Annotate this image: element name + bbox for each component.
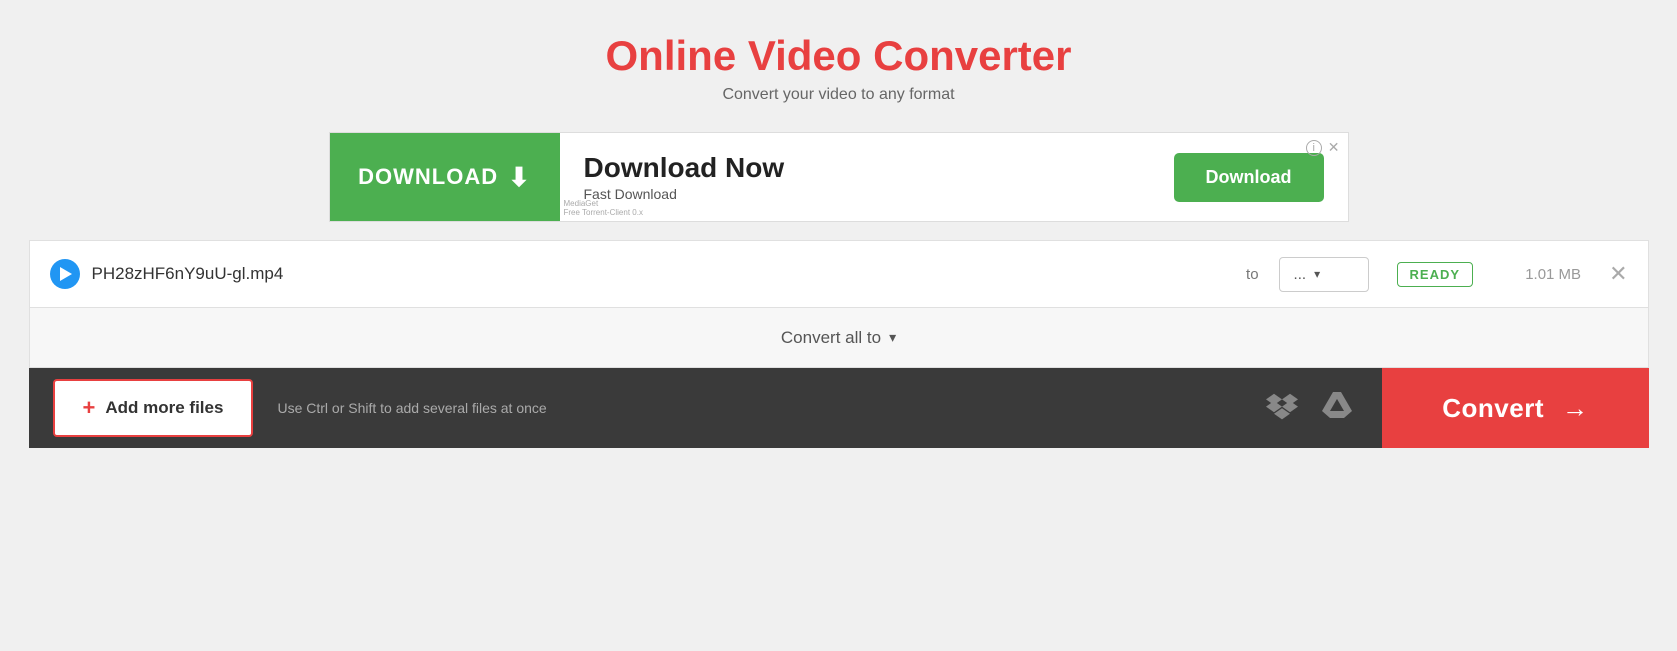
cloud-icons [1266, 389, 1352, 428]
convert-all-button[interactable]: Convert all to ▾ [781, 328, 896, 348]
add-files-button[interactable]: + Add more files [53, 379, 254, 437]
ad-small-text: MediaGetFree Torrent-Client 0.x [564, 199, 643, 217]
ad-sub-title: Fast Download [584, 186, 1126, 202]
ad-download-button[interactable]: Download [1174, 153, 1324, 202]
plus-icon: + [83, 395, 96, 421]
page-subtitle: Convert your video to any format [606, 86, 1072, 104]
chevron-down-icon: ▾ [1314, 267, 1320, 281]
dropbox-icon[interactable] [1266, 389, 1298, 428]
ad-close-icon[interactable]: ✕ [1328, 139, 1340, 156]
convert-button[interactable]: Convert → [1382, 368, 1648, 448]
ad-download-label: DOWNLOAD [358, 164, 498, 190]
convert-all-row: Convert all to ▾ [29, 308, 1649, 368]
page-header: Online Video Converter Convert your vide… [606, 0, 1072, 116]
hint-text: Use Ctrl or Shift to add several files a… [277, 400, 1266, 416]
ad-main-title: Download Now [584, 152, 1126, 184]
arrow-right-icon: → [1562, 393, 1589, 424]
ad-right: Download [1150, 153, 1348, 202]
ad-download-icon: ⬇ [508, 162, 531, 193]
bottom-bar: + Add more files Use Ctrl or Shift to ad… [29, 368, 1649, 448]
ad-info-icon[interactable]: i [1306, 140, 1322, 156]
to-label: to [1246, 266, 1259, 283]
add-files-label: Add more files [105, 398, 223, 418]
ad-middle: Download Now Fast Download [560, 152, 1150, 202]
convert-label: Convert [1442, 393, 1544, 424]
ad-download-left: DOWNLOAD ⬇ [330, 133, 560, 221]
format-value: ... [1294, 266, 1307, 283]
ad-close-area: i ✕ [1306, 139, 1340, 156]
page-title: Online Video Converter [606, 32, 1072, 80]
file-row: PH28zHF6nY9uU-gl.mp4 to ... ▾ READY 1.01… [29, 240, 1649, 308]
convert-all-label: Convert all to [781, 328, 881, 348]
remove-file-button[interactable]: ✕ [1609, 261, 1627, 287]
play-icon [60, 267, 72, 281]
file-size: 1.01 MB [1501, 266, 1581, 283]
play-button[interactable] [50, 259, 80, 289]
ad-banner: DOWNLOAD ⬇ Download Now Fast Download Do… [329, 132, 1349, 222]
format-dropdown[interactable]: ... ▾ [1279, 257, 1369, 292]
main-panel: PH28zHF6nY9uU-gl.mp4 to ... ▾ READY 1.01… [29, 240, 1649, 448]
convert-all-chevron-icon: ▾ [889, 329, 896, 346]
status-badge: READY [1397, 262, 1474, 287]
file-name: PH28zHF6nY9uU-gl.mp4 [92, 264, 1227, 284]
google-drive-icon[interactable] [1322, 391, 1352, 426]
